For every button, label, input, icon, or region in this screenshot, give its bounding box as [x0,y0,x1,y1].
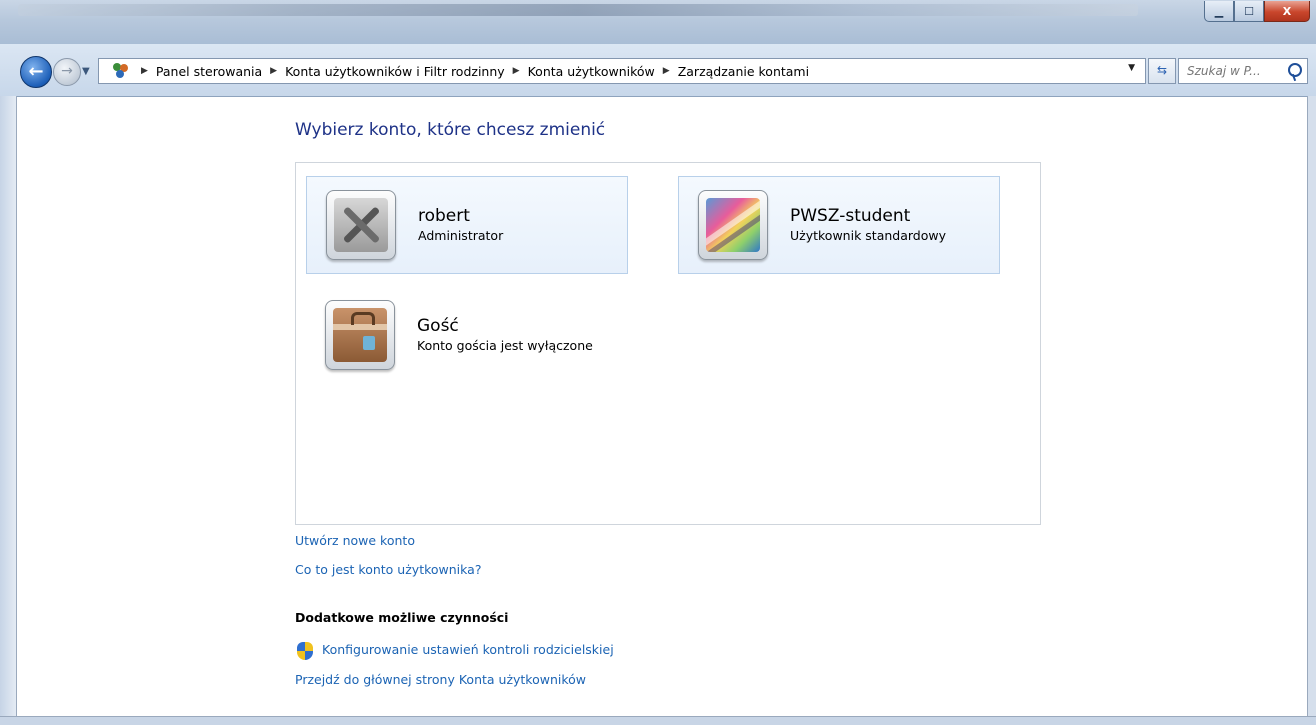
page-title: Wybierz konto, które chcesz zmienić [295,120,606,140]
account-picture-frame [325,300,395,370]
close-button[interactable]: X [1264,1,1310,22]
recent-pages-dropdown[interactable]: ▼ [82,66,90,77]
breadcrumb-separator-icon[interactable]: ▶ [663,66,670,76]
search-box[interactable] [1178,58,1308,84]
search-input[interactable] [1185,63,1289,79]
account-picture-frame [326,190,396,260]
refresh-icon: ⇆ [1156,63,1168,77]
maximize-icon: ☐ [1244,4,1254,18]
account-tile-guest[interactable]: Gość Konto gościa jest wyłączone [306,287,626,383]
address-dropdown-icon[interactable]: ▼ [1128,63,1135,73]
window-frame-left [0,96,17,722]
account-name: robert [418,206,470,226]
address-bar[interactable]: ▶ Panel sterowania ▶ Konta użytkowników … [98,58,1146,84]
back-button[interactable]: ← [20,56,52,88]
account-name: PWSZ-student [790,206,911,226]
window-frame-right [1307,96,1316,722]
shield-icon [297,642,313,660]
account-tile-pwsz-student[interactable]: PWSZ-student Użytkownik standardowy [678,176,1000,274]
account-type: Użytkownik standardowy [790,228,946,243]
close-icon: X [1282,4,1292,18]
refresh-button[interactable]: ⇆ [1148,58,1176,84]
window-title-blurred [18,4,1138,16]
search-icon[interactable] [1288,63,1302,77]
arrow-right-icon: → [61,63,73,79]
what-is-account-link[interactable]: Co to jest konto użytkownika? [295,562,481,577]
breadcrumb-separator-icon[interactable]: ▶ [513,66,520,76]
breadcrumb-user-accounts[interactable]: Konta użytkowników [528,64,655,79]
account-type: Administrator [418,228,504,243]
navigation-bar: ← → ▼ ▶ Panel sterowania ▶ Konta użytkow… [0,44,1316,97]
account-tile-robert[interactable]: robert Administrator [306,176,628,274]
create-account-link[interactable]: Utwórz nowe konto [295,533,415,548]
accounts-list: robert Administrator PWSZ-student Użytko… [295,162,1041,525]
minimize-icon: ▁ [1214,4,1224,18]
control-panel-icon [113,63,129,79]
account-picture-frame [698,190,768,260]
abstract-picture-icon [706,198,760,252]
parental-controls-link[interactable]: Konfigurowanie ustawień kontroli rodzici… [322,642,614,657]
breadcrumb-manage-accounts[interactable]: Zarządzanie kontami [678,64,809,79]
suitcase-icon [333,308,387,362]
breadcrumb-separator-icon[interactable]: ▶ [270,66,277,76]
breadcrumb-control-panel[interactable]: Panel sterowania [156,64,262,79]
tools-icon [334,198,388,252]
arrow-left-icon: ← [28,61,44,82]
minimize-button[interactable]: ▁ [1204,1,1234,22]
user-accounts-main-link[interactable]: Przejdź do głównej strony Konta użytkown… [295,672,586,687]
account-type: Konto gościa jest wyłączone [417,338,593,353]
chevron-down-icon: ▼ [82,66,90,77]
title-bar: ▁ ☐ X [0,0,1316,45]
maximize-button[interactable]: ☐ [1234,1,1264,22]
window-controls: ▁ ☐ X [1204,1,1310,22]
breadcrumb-separator-icon[interactable]: ▶ [141,66,148,76]
forward-button[interactable]: → [53,58,81,86]
account-name: Gość [417,316,459,336]
additional-tasks-title: Dodatkowe możliwe czynności [295,610,509,625]
breadcrumb-user-accounts-family[interactable]: Konta użytkowników i Filtr rodzinny [285,64,505,79]
